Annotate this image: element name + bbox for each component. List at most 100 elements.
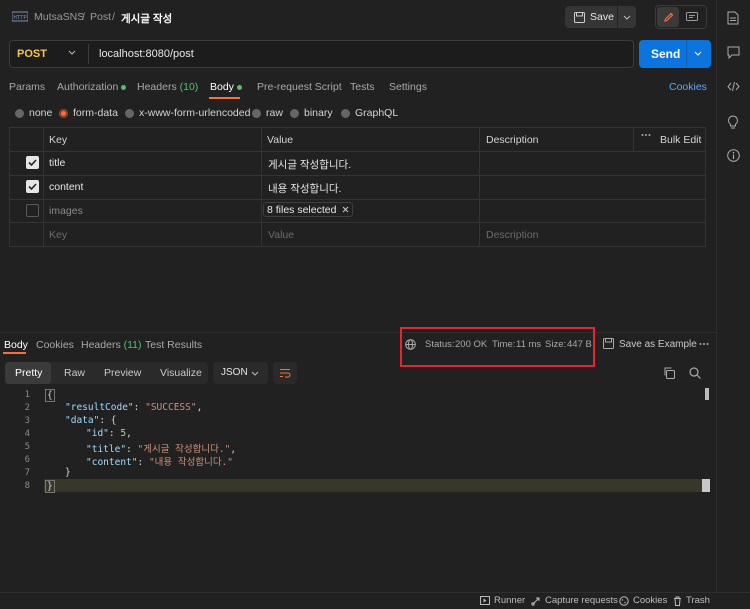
json-line-id[interactable]: "id": 5, bbox=[86, 428, 132, 439]
close-icon[interactable] bbox=[342, 206, 349, 213]
row-key[interactable]: content bbox=[49, 181, 83, 193]
tab-authorization[interactable]: Authorization bbox=[57, 81, 127, 93]
request-name[interactable]: 게시글 작성 bbox=[121, 11, 172, 26]
response-tab-headers[interactable]: Headers (11) bbox=[81, 339, 142, 351]
wrap-icon bbox=[279, 368, 291, 378]
save-as-example-button[interactable]: Save as Example bbox=[619, 339, 697, 350]
view-tab-preview[interactable]: Preview bbox=[104, 367, 141, 379]
search-icon[interactable] bbox=[689, 367, 701, 379]
files-selected-chip[interactable]: 8 files selected bbox=[263, 202, 354, 217]
radio-raw[interactable]: raw bbox=[252, 107, 283, 119]
radio-indicator bbox=[252, 108, 261, 118]
lightbulb-icon[interactable] bbox=[727, 115, 739, 129]
tab-label: Authorization bbox=[57, 81, 119, 93]
row-value[interactable]: 내용 작성합니다. bbox=[268, 181, 341, 196]
radio-label: none bbox=[29, 107, 53, 119]
radio-label: binary bbox=[304, 107, 333, 119]
format-select-value: JSON bbox=[221, 367, 248, 378]
breadcrumb-collection[interactable]: Post bbox=[90, 11, 111, 23]
headers-count: (10) bbox=[179, 81, 199, 93]
more-icon[interactable] bbox=[641, 133, 651, 137]
code-icon[interactable] bbox=[727, 81, 740, 92]
json-line-data[interactable]: "data": { bbox=[65, 415, 117, 426]
radio-form-data[interactable]: form-data bbox=[59, 107, 118, 119]
divider bbox=[9, 199, 706, 200]
cookies-label: Cookies bbox=[633, 595, 668, 606]
divider bbox=[9, 151, 706, 152]
headers-count: (11) bbox=[123, 339, 142, 351]
response-tab-body[interactable]: Body bbox=[4, 339, 28, 351]
json-line-title[interactable]: "title": "게시글 작성합니다.", bbox=[86, 441, 236, 455]
tab-pre-request-script[interactable]: Pre-request Script bbox=[257, 81, 342, 93]
radio-x-www-form-urlencoded[interactable]: x-www-form-urlencoded bbox=[125, 107, 250, 119]
row-checkbox[interactable] bbox=[26, 156, 39, 169]
view-tab-pretty[interactable]: Pretty bbox=[15, 367, 42, 379]
send-label: Send bbox=[651, 47, 681, 61]
copy-icon[interactable] bbox=[663, 367, 675, 379]
capture-requests-button[interactable]: Capture requests bbox=[531, 595, 618, 606]
svg-text:HTTP: HTTP bbox=[14, 15, 28, 21]
documentation-icon[interactable] bbox=[727, 11, 739, 25]
runner-button[interactable]: Runner bbox=[480, 595, 525, 606]
radio-none[interactable]: none bbox=[15, 107, 52, 119]
save-button[interactable]: Save bbox=[565, 6, 617, 28]
radio-indicator bbox=[290, 108, 299, 118]
response-tab-cookies[interactable]: Cookies bbox=[36, 339, 74, 351]
view-tab-raw[interactable]: Raw bbox=[64, 367, 85, 379]
chevron-down-icon[interactable] bbox=[694, 51, 702, 56]
more-icon[interactable] bbox=[699, 342, 709, 346]
radio-graphql[interactable]: GraphQL bbox=[341, 107, 398, 119]
breadcrumb-separator: / bbox=[82, 11, 85, 23]
documentation-mode-button[interactable] bbox=[681, 7, 703, 27]
runner-icon bbox=[480, 596, 490, 605]
cookies-button[interactable]: Cookies bbox=[619, 595, 667, 606]
tab-label: Headers bbox=[81, 339, 121, 351]
pencil-icon bbox=[663, 12, 674, 23]
chevron-down-icon[interactable] bbox=[68, 50, 76, 55]
radio-label: form-data bbox=[73, 107, 118, 119]
json-line-content[interactable]: "content": "내용 작성합니다." bbox=[86, 454, 233, 468]
tab-headers[interactable]: Headers (10) bbox=[137, 81, 198, 93]
files-selected-label: 8 files selected bbox=[267, 203, 337, 216]
divider bbox=[43, 127, 44, 247]
row-key[interactable]: images bbox=[49, 205, 83, 217]
json-key: "id" bbox=[86, 428, 109, 439]
row-value[interactable]: 게시글 작성합니다. bbox=[268, 157, 351, 172]
new-description-input[interactable]: Description bbox=[486, 229, 539, 241]
view-tab-visualize[interactable]: Visualize bbox=[160, 367, 202, 379]
row-checkbox[interactable] bbox=[26, 180, 39, 193]
new-key-input[interactable]: Key bbox=[49, 229, 67, 241]
row-checkbox[interactable] bbox=[26, 204, 39, 217]
wrap-lines-button[interactable] bbox=[273, 362, 297, 384]
json-line-resultcode[interactable]: "resultCode": "SUCCESS", bbox=[65, 402, 202, 413]
url-input[interactable]: localhost:8080/post bbox=[99, 48, 194, 60]
comments-icon[interactable] bbox=[727, 46, 740, 59]
breadcrumb-separator: / bbox=[112, 11, 115, 23]
radio-indicator bbox=[125, 108, 134, 118]
tab-settings[interactable]: Settings bbox=[389, 81, 427, 93]
status-dot bbox=[121, 84, 127, 90]
save-icon bbox=[574, 11, 585, 23]
breadcrumb-workspace[interactable]: MutsaSNS bbox=[34, 11, 84, 23]
tab-body[interactable]: Body bbox=[210, 81, 242, 93]
response-tab-test-results[interactable]: Test Results bbox=[145, 339, 202, 351]
edit-mode-button[interactable] bbox=[657, 7, 679, 27]
annotation-highlight bbox=[400, 327, 595, 367]
tab-tests[interactable]: Tests bbox=[350, 81, 375, 93]
radio-binary[interactable]: binary bbox=[290, 107, 333, 119]
bulk-edit-button[interactable]: Bulk Edit bbox=[660, 134, 701, 146]
cookies-link[interactable]: Cookies bbox=[669, 81, 707, 93]
info-icon[interactable] bbox=[727, 149, 740, 162]
active-tab-indicator bbox=[209, 97, 240, 99]
tab-params[interactable]: Params bbox=[9, 81, 45, 93]
method-select[interactable]: POST bbox=[17, 48, 47, 60]
save-dropdown-button[interactable] bbox=[618, 6, 636, 28]
json-brace-close: } bbox=[45, 480, 55, 493]
divider bbox=[9, 175, 706, 176]
trash-button[interactable]: Trash bbox=[673, 595, 710, 606]
chevron-down-icon bbox=[251, 371, 259, 376]
scrollbar[interactable] bbox=[705, 388, 709, 400]
new-value-input[interactable]: Value bbox=[268, 229, 294, 241]
capture-icon bbox=[531, 596, 541, 606]
row-key[interactable]: title bbox=[49, 157, 65, 169]
